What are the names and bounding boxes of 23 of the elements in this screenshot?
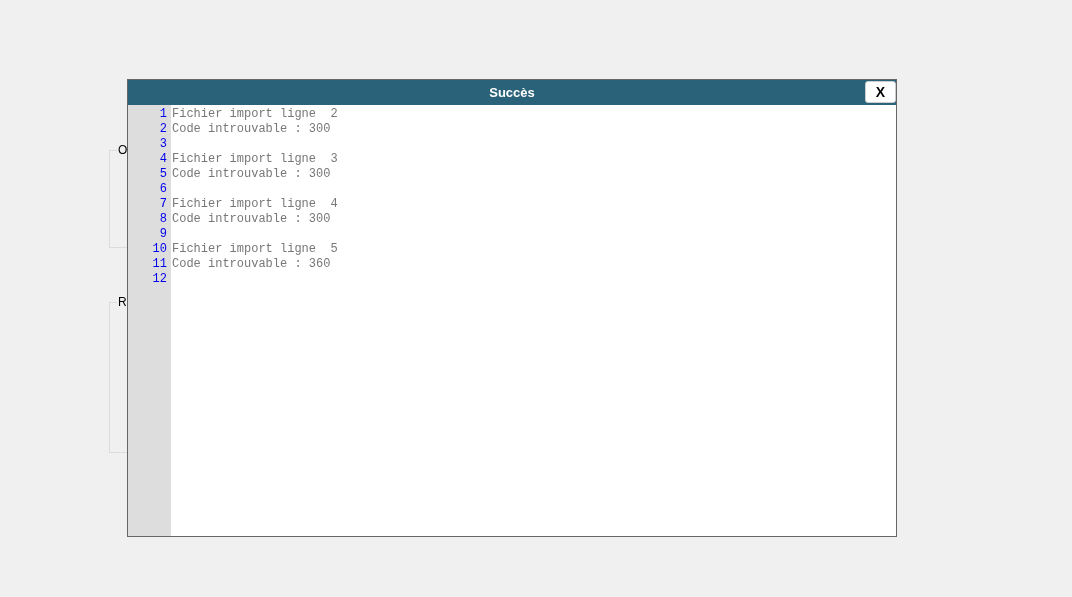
- line-number: 8: [159, 212, 168, 227]
- code-line: Fichier import ligne 2: [172, 107, 338, 122]
- line-number: 12: [152, 272, 168, 287]
- line-number: 6: [159, 182, 168, 197]
- line-number: 1: [159, 107, 168, 122]
- line-number: 10: [152, 242, 168, 257]
- line-number: 7: [159, 197, 168, 212]
- code-line: Fichier import ligne 4: [172, 197, 338, 212]
- line-number: 9: [159, 227, 168, 242]
- code-line: Fichier import ligne 5: [172, 242, 338, 257]
- line-number: 4: [159, 152, 168, 167]
- line-number: 5: [159, 167, 168, 182]
- code-line: Fichier import ligne 3: [172, 152, 338, 167]
- group-legend: R: [117, 295, 128, 309]
- code-line: Code introuvable : 300: [172, 122, 331, 137]
- code-line: Code introuvable : 300: [172, 167, 331, 182]
- line-number: 11: [152, 257, 168, 272]
- line-number: 3: [159, 137, 168, 152]
- dialog-title: Succès: [489, 83, 535, 102]
- close-button[interactable]: X: [865, 81, 896, 103]
- line-number: 2: [159, 122, 168, 137]
- code-line: Code introuvable : 360: [172, 257, 331, 272]
- code-line: Code introuvable : 300: [172, 212, 331, 227]
